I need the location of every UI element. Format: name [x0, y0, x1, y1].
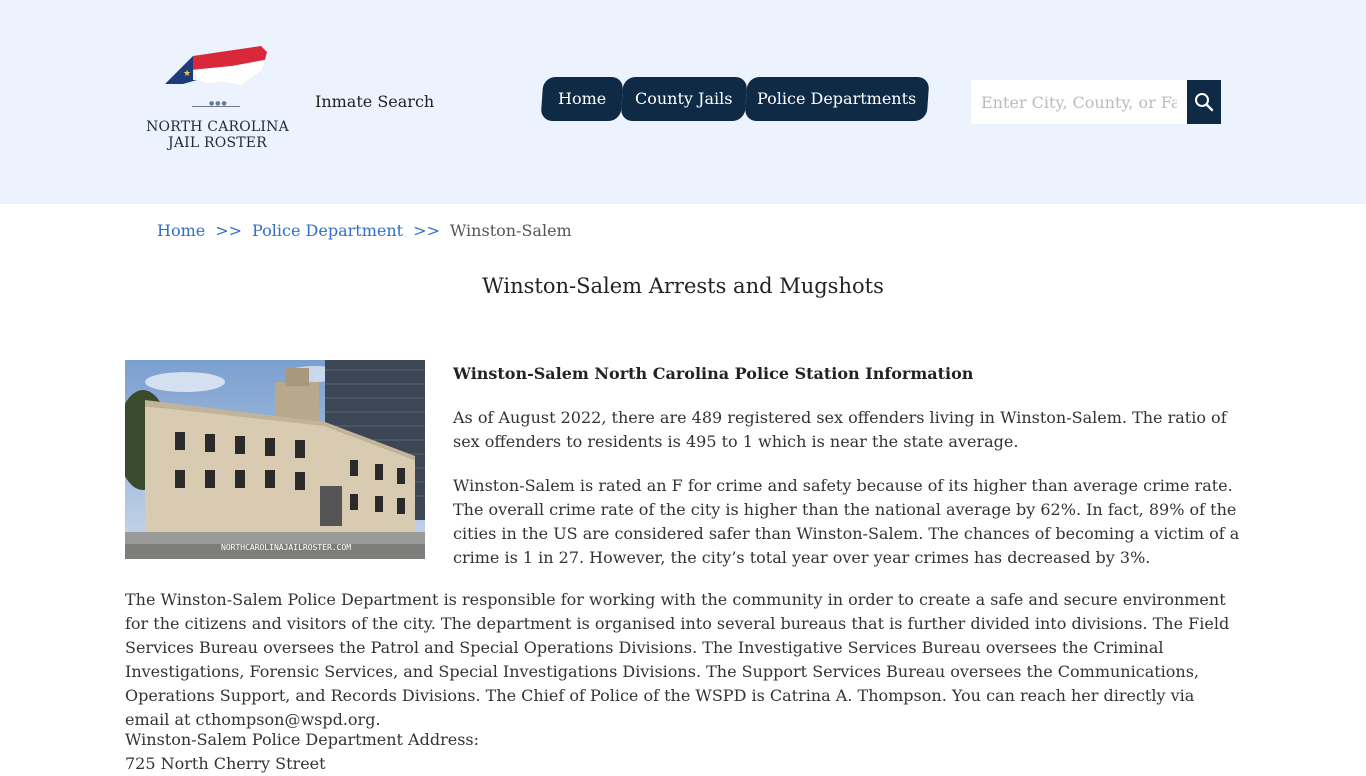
nav-police-departments[interactable]: Police Departments: [744, 77, 930, 121]
inmate-search-link[interactable]: Inmate Search: [315, 92, 434, 111]
nav-home[interactable]: Home: [540, 77, 624, 121]
breadcrumb-police-department[interactable]: Police Department: [252, 221, 403, 240]
search-input[interactable]: [971, 80, 1187, 124]
info-paragraph-sex-offenders: As of August 2022, there are 489 registe…: [453, 408, 1227, 451]
search-button[interactable]: [1187, 80, 1221, 124]
logo-divider: [192, 106, 240, 107]
police-station-photo: NORTHCAROLINAJAILROSTER.COM: [125, 360, 425, 559]
page-title: Winston-Salem Arrests and Mugshots: [482, 274, 884, 298]
breadcrumb: Home >> Police Department >> Winston-Salem: [157, 221, 572, 240]
svg-text:★: ★: [183, 69, 191, 79]
nc-flag-map-icon: ★: [165, 46, 267, 87]
info-paragraph-department: The Winston-Salem Police Department is r…: [125, 590, 1230, 729]
address-label: Winston-Salem Police Department Address:: [125, 730, 479, 749]
site-header: ★ ●●● NORTH CAROLINA JAIL ROSTER Inmate …: [0, 0, 1366, 204]
site-logo[interactable]: ★ ●●● NORTH CAROLINA JAIL ROSTER: [145, 44, 290, 154]
nav-county-jails[interactable]: County Jails: [620, 77, 748, 121]
nav-home-label: Home: [557, 89, 607, 108]
logo-line1: NORTH CAROLINA: [146, 119, 289, 135]
nav-police-departments-label: Police Departments: [757, 89, 917, 108]
info-heading: Winston-Salem North Carolina Police Stat…: [453, 364, 974, 383]
breadcrumb-current: Winston-Salem: [449, 221, 572, 240]
photo-watermark: NORTHCAROLINAJAILROSTER.COM: [221, 543, 351, 552]
address-street: 725 North Cherry Street: [125, 754, 326, 773]
logo-line2: JAIL ROSTER: [168, 135, 267, 151]
police-station-image: NORTHCAROLINAJAILROSTER.COM: [125, 360, 425, 559]
breadcrumb-separator: >>: [215, 221, 243, 240]
logo-text: NORTH CAROLINA JAIL ROSTER: [145, 119, 290, 151]
search-icon: [1195, 93, 1214, 112]
info-paragraph-crime: Winston-Salem is rated an F for crime an…: [453, 476, 1240, 567]
nav-county-jails-label: County Jails: [635, 89, 733, 108]
station-info: Winston-Salem North Carolina Police Stat…: [453, 362, 1243, 570]
breadcrumb-home[interactable]: Home: [157, 221, 205, 240]
breadcrumb-separator: >>: [413, 221, 440, 240]
